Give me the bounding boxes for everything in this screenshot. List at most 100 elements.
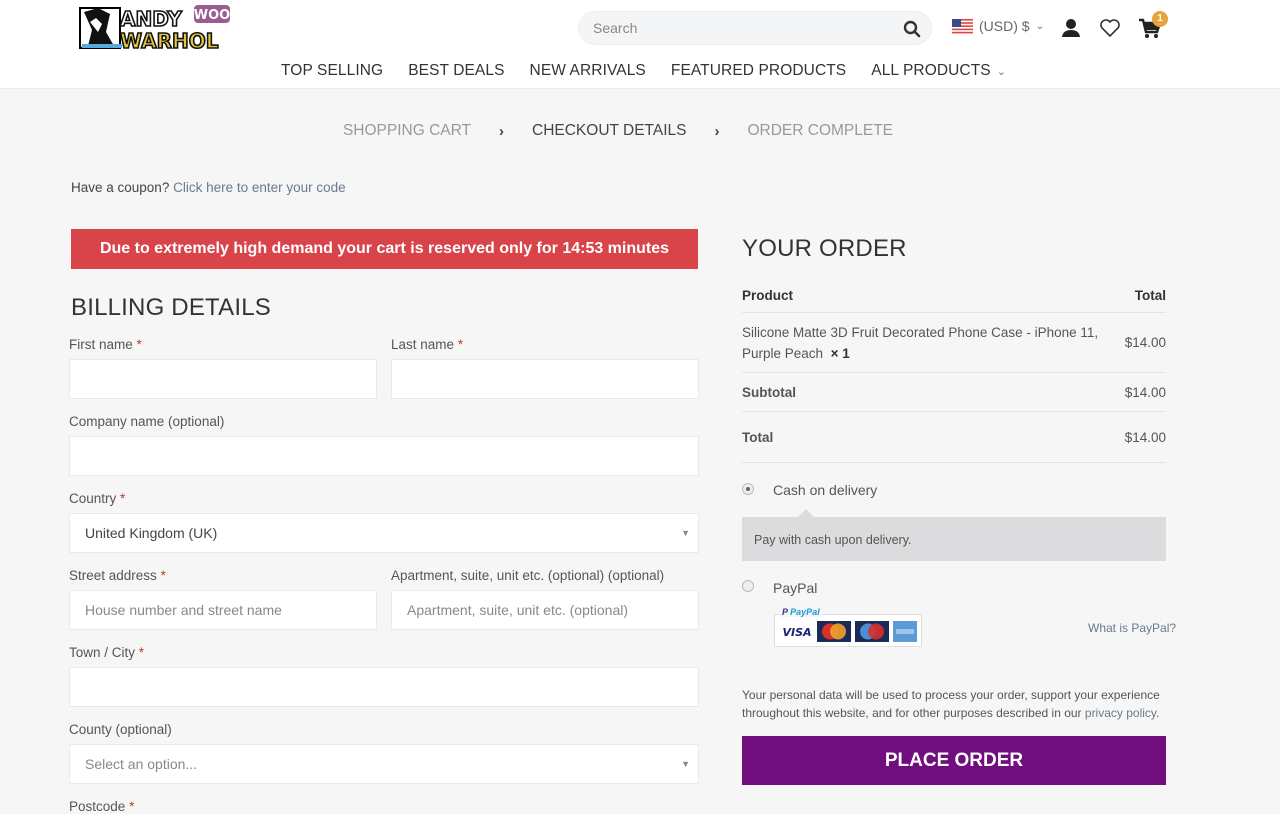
search-bar — [578, 11, 932, 45]
last-name-input[interactable] — [391, 359, 699, 399]
step-shopping-cart[interactable]: SHOPPING CART — [343, 122, 471, 140]
subtotal-row: Subtotal $14.00 — [742, 372, 1166, 411]
mastercard-icon — [817, 621, 851, 642]
main-nav: TOP SELLING BEST DEALS NEW ARRIVALS FEAT… — [281, 62, 1006, 80]
heart-icon[interactable] — [1098, 16, 1122, 40]
step-order-complete: ORDER COMPLETE — [747, 122, 894, 139]
currency-label: (USD) $ — [979, 18, 1030, 34]
total-value: $14.00 — [1124, 429, 1166, 445]
cart-count-badge: 1 — [1152, 11, 1168, 27]
billing-title: BILLING DETAILS — [71, 294, 271, 321]
first-name-label: First name * — [69, 337, 142, 352]
label-text: First name — [69, 337, 133, 352]
apartment-input[interactable] — [391, 590, 699, 630]
chevron-down-icon: ⌄ — [996, 66, 1007, 78]
chevron-right-icon: › — [499, 122, 504, 140]
required-mark: * — [120, 491, 126, 506]
place-order-button[interactable]: PLACE ORDER — [742, 736, 1166, 785]
total-label: Total — [742, 429, 774, 445]
search-icon[interactable] — [903, 20, 921, 38]
required-mark: * — [136, 337, 142, 352]
total-row: Total $14.00 — [742, 411, 1166, 463]
company-input[interactable] — [69, 436, 699, 476]
paypal-radio[interactable] — [742, 580, 754, 592]
nav-top-selling[interactable]: TOP SELLING — [281, 62, 383, 80]
apartment-label: Apartment, suite, unit etc. (optional) (… — [391, 568, 665, 583]
nav-best-deals[interactable]: BEST DEALS — [408, 62, 504, 80]
country-label: Country * — [69, 491, 125, 506]
county-label: County (optional) — [69, 722, 172, 737]
cod-radio[interactable] — [742, 483, 754, 495]
street-input[interactable] — [69, 590, 377, 630]
item-name-line2: Purple Peach — [742, 345, 824, 361]
label-text: Street address — [69, 568, 157, 583]
cod-description: Pay with cash upon delivery. — [742, 509, 1166, 561]
cod-label[interactable]: Cash on delivery — [773, 482, 877, 498]
required-mark: * — [160, 568, 166, 583]
nav-featured-products[interactable]: FEATURED PRODUCTS — [671, 62, 846, 80]
amex-icon — [893, 621, 917, 642]
nav-new-arrivals[interactable]: NEW ARRIVALS — [530, 62, 646, 80]
privacy-notice: Your personal data will be used to proce… — [742, 686, 1166, 722]
paypal-label[interactable]: PayPal — [773, 580, 817, 596]
label-text: Country — [69, 491, 117, 506]
total-column-header: Total — [1134, 287, 1166, 303]
visa-icon: VISA — [782, 626, 811, 639]
search-input[interactable] — [593, 20, 893, 36]
coupon-notice: Have a coupon? Click here to enter your … — [71, 180, 346, 195]
chevron-right-icon: › — [714, 122, 720, 140]
item-total: $14.00 — [1124, 335, 1166, 350]
site-header: ANDY WARHOL WOO (USD) $ ⌄ 1 T — [0, 0, 1280, 89]
what-is-paypal-link[interactable]: What is PayPal? — [1088, 621, 1176, 635]
checkout-steps: SHOPPING CART › CHECKOUT DETAILS › ORDER… — [0, 122, 1236, 140]
street-label: Street address * — [69, 568, 166, 583]
order-item-row: Silicone Matte 3D Fruit Decorated Phone … — [742, 312, 1166, 372]
currency-switcher[interactable]: (USD) $ ⌄ — [952, 18, 1044, 34]
user-icon[interactable] — [1059, 16, 1083, 40]
svg-text:WARHOL: WARHOL — [120, 29, 219, 52]
privacy-policy-link[interactable]: privacy policy — [1085, 706, 1156, 720]
required-mark: * — [457, 337, 464, 352]
item-quantity: × 1 — [830, 345, 850, 361]
required-mark: * — [129, 799, 135, 814]
us-flag-icon — [952, 18, 973, 34]
label-text: Postcode — [69, 799, 126, 814]
product-column-header: Product — [742, 287, 794, 303]
order-table-header: Product Total — [742, 278, 1166, 312]
coupon-link[interactable]: Click here to enter your code — [173, 180, 346, 195]
country-value: United Kingdom (UK) — [85, 525, 218, 541]
label-text: Town / City — [69, 645, 136, 660]
postcode-label: Postcode * — [69, 799, 134, 814]
privacy-end: . — [1156, 706, 1160, 720]
nav-all-products[interactable]: ALL PRODUCTS ⌄ — [871, 62, 1006, 80]
svg-text:ANDY: ANDY — [120, 7, 182, 31]
cart-reserved-alert: Due to extremely high demand your cart i… — [71, 229, 698, 269]
svg-text:WOO: WOO — [194, 8, 230, 23]
county-select[interactable]: Select an option... ▼ — [69, 744, 699, 784]
paypal-card-logos: VISA — [774, 614, 922, 647]
order-title: YOUR ORDER — [742, 235, 907, 262]
step-checkout-details: CHECKOUT DETAILS — [532, 122, 687, 139]
paypal-logo-text: PayPal — [790, 607, 820, 617]
dropdown-arrow-icon: ▼ — [681, 528, 690, 538]
city-input[interactable] — [69, 667, 699, 707]
required-mark: * — [138, 645, 145, 660]
item-name-line1: Silicone Matte 3D Fruit Decorated Phone … — [742, 324, 1099, 340]
site-logo[interactable]: ANDY WARHOL WOO — [76, 2, 234, 52]
county-placeholder: Select an option... — [85, 756, 198, 772]
company-label: Company name (optional) — [69, 414, 225, 429]
paypal-logo: P PayPal — [780, 607, 822, 617]
subtotal-label: Subtotal — [742, 384, 796, 400]
city-label: Town / City * — [69, 645, 144, 660]
svg-text:VISA: VISA — [782, 626, 811, 639]
nav-all-products-label: ALL PRODUCTS — [871, 62, 991, 79]
chevron-down-icon: ⌄ — [1035, 20, 1044, 32]
coupon-prompt: Have a coupon? — [71, 180, 170, 195]
label-text: Last name — [391, 337, 455, 352]
dropdown-arrow-icon: ▼ — [681, 759, 690, 769]
subtotal-value: $14.00 — [1124, 384, 1166, 400]
last-name-label: Last name * — [391, 337, 463, 352]
maestro-icon — [855, 621, 889, 642]
country-select[interactable]: United Kingdom (UK) ▼ — [69, 513, 699, 553]
first-name-input[interactable] — [69, 359, 377, 399]
